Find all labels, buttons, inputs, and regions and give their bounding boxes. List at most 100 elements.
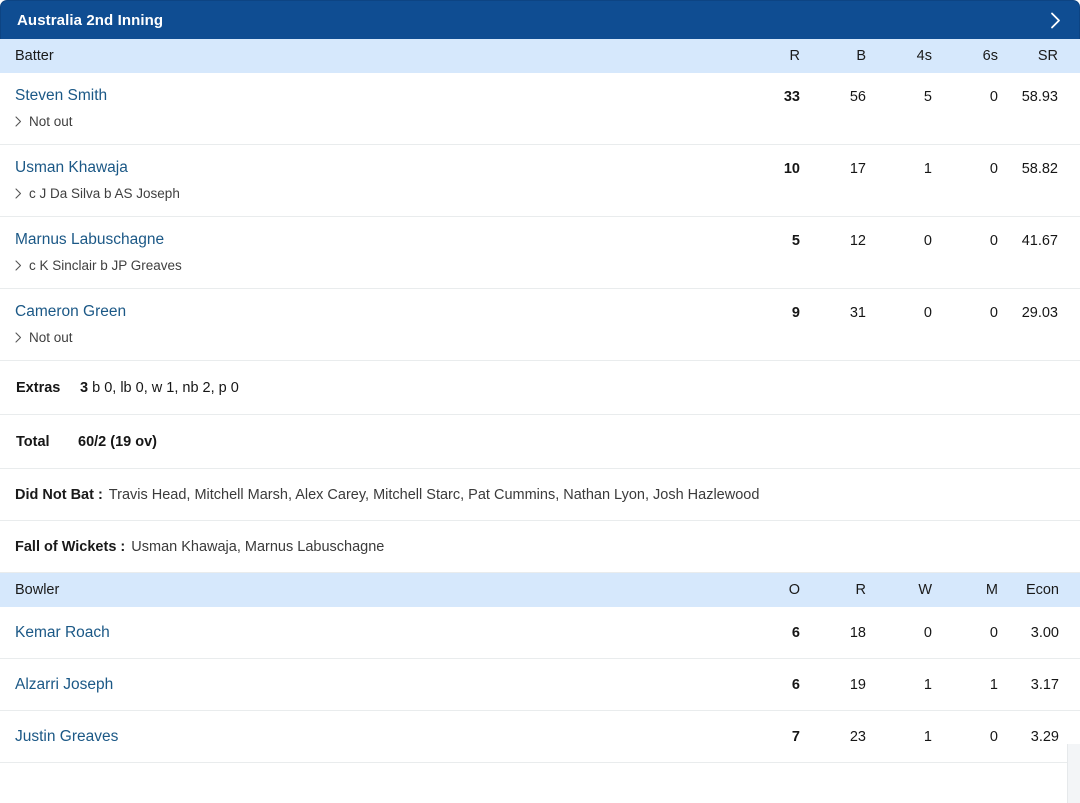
bowler-economy: 3.00 xyxy=(1030,624,1059,641)
total-value: 60/2 (19 ov) xyxy=(78,433,157,450)
bowler-name-cell: Alzarri Joseph xyxy=(0,676,728,694)
bowler-name-link[interactable]: Justin Greaves xyxy=(15,728,118,746)
bowler-maidens: 0 xyxy=(989,624,998,641)
table-row: Usman Khawaja c J Da Silva b AS Joseph 1… xyxy=(0,145,1080,217)
batter-info: Steven Smith Not out xyxy=(0,86,728,130)
extras-value: 3 b 0, lb 0, w 1, nb 2, p 0 xyxy=(80,380,239,396)
fall-of-wickets-label: Fall of Wickets : xyxy=(15,538,126,555)
batter-info: Marnus Labuschagne c K Sinclair b JP Gre… xyxy=(0,230,728,274)
batter-info: Usman Khawaja c J Da Silva b AS Joseph xyxy=(0,158,728,202)
bowler-wickets: 0 xyxy=(923,624,932,641)
dismissal-info[interactable]: Not out xyxy=(15,113,728,130)
batter-name-link[interactable]: Usman Khawaja xyxy=(15,158,128,178)
extras-breakdown: b 0, lb 0, w 1, nb 2, p 0 xyxy=(92,379,239,396)
bowler-runs: 19 xyxy=(849,676,866,693)
batter-fours: 1 xyxy=(923,161,932,177)
batter-balls: 31 xyxy=(849,305,866,321)
batter-runs: 5 xyxy=(791,233,800,249)
total-label: Total xyxy=(16,433,50,450)
batter-strike-rate: 41.67 xyxy=(1021,233,1058,249)
batter-fours: 0 xyxy=(923,233,932,249)
dismissal-info[interactable]: Not out xyxy=(15,329,728,346)
batter-sixes: 0 xyxy=(989,161,998,177)
table-row: Marnus Labuschagne c K Sinclair b JP Gre… xyxy=(0,217,1080,289)
dismissal-info[interactable]: c K Sinclair b JP Greaves xyxy=(15,257,728,274)
batter-info: Cameron Green Not out xyxy=(0,302,728,346)
bowler-name-cell: Justin Greaves xyxy=(0,728,728,746)
inning-header[interactable]: Australia 2nd Inning xyxy=(0,0,1080,39)
column-header-runs: R xyxy=(855,582,866,598)
batting-column-header: Batter R B 4s 6s SR xyxy=(0,39,1080,73)
batter-balls: 17 xyxy=(849,161,866,177)
innings-scorecard: Australia 2nd Inning Batter R B 4s 6s SR… xyxy=(0,0,1080,803)
column-header-strike-rate: SR xyxy=(1037,48,1058,64)
column-header-wickets: W xyxy=(918,582,932,598)
bowler-runs: 23 xyxy=(849,728,866,745)
bowler-economy: 3.17 xyxy=(1030,676,1059,693)
column-header-fours: 4s xyxy=(916,48,932,64)
fall-of-wickets-players: Usman Khawaja, Marnus Labuschagne xyxy=(131,538,385,555)
bowler-maidens: 0 xyxy=(989,728,998,745)
batter-sixes: 0 xyxy=(989,233,998,249)
dismissal-text: Not out xyxy=(29,114,73,129)
bowling-column-header: Bowler O R W M Econ xyxy=(0,573,1080,607)
dismissal-text: Not out xyxy=(29,330,73,345)
table-row: Alzarri Joseph 6 19 1 1 3.17 xyxy=(0,659,1080,711)
bowler-overs: 7 xyxy=(791,728,800,745)
extras-label: Extras xyxy=(16,379,61,396)
did-not-bat-row: Did Not Bat : Travis Head, Mitchell Mars… xyxy=(0,469,1080,521)
batter-balls: 12 xyxy=(849,233,866,249)
vertical-scrollbar[interactable] xyxy=(1067,744,1080,803)
bowler-wickets: 1 xyxy=(923,676,932,693)
bowler-name-link[interactable]: Alzarri Joseph xyxy=(15,676,113,694)
chevron-right-icon xyxy=(15,116,22,127)
batter-sixes: 0 xyxy=(989,305,998,321)
column-header-bowler: Bowler xyxy=(15,582,60,598)
table-row: Cameron Green Not out 9 31 0 0 29.03 xyxy=(0,289,1080,361)
bowler-overs: 6 xyxy=(791,676,800,693)
fall-of-wickets-row: Fall of Wickets : Usman Khawaja, Marnus … xyxy=(0,521,1080,573)
did-not-bat-label: Did Not Bat : xyxy=(15,486,103,503)
inning-title: Australia 2nd Inning xyxy=(17,11,164,29)
column-header-sixes: 6s xyxy=(982,48,998,64)
extras-row: Extras 3 b 0, lb 0, w 1, nb 2, p 0 xyxy=(0,361,1080,415)
batter-runs: 9 xyxy=(791,305,800,321)
bowler-name-link[interactable]: Kemar Roach xyxy=(15,624,110,642)
batter-strike-rate: 29.03 xyxy=(1021,305,1058,321)
table-row: Justin Greaves 7 23 1 0 3.29 xyxy=(0,711,1080,763)
bowler-wickets: 1 xyxy=(923,728,932,745)
bowler-runs: 18 xyxy=(849,624,866,641)
batter-name-link[interactable]: Steven Smith xyxy=(15,86,107,106)
batter-sixes: 0 xyxy=(989,89,998,105)
table-row: Steven Smith Not out 33 56 5 0 58.93 xyxy=(0,73,1080,145)
batter-name-link[interactable]: Marnus Labuschagne xyxy=(15,230,164,250)
table-row: Kemar Roach 6 18 0 0 3.00 xyxy=(0,607,1080,659)
batter-name-link[interactable]: Cameron Green xyxy=(15,302,126,322)
bowler-overs: 6 xyxy=(791,624,800,641)
bowler-name-cell: Kemar Roach xyxy=(0,624,728,642)
chevron-right-icon xyxy=(15,260,22,271)
column-header-runs: R xyxy=(789,48,800,64)
dismissal-info[interactable]: c J Da Silva b AS Joseph xyxy=(15,185,728,202)
batter-runs: 10 xyxy=(783,161,800,177)
extras-count: 3 xyxy=(80,379,89,396)
batter-strike-rate: 58.93 xyxy=(1021,89,1058,105)
chevron-right-icon[interactable] xyxy=(1045,10,1065,30)
chevron-right-icon xyxy=(15,188,22,199)
batter-runs: 33 xyxy=(783,89,800,105)
dismissal-text: c K Sinclair b JP Greaves xyxy=(29,258,182,273)
column-header-maidens: M xyxy=(985,582,998,598)
total-row: Total 60/2 (19 ov) xyxy=(0,415,1080,469)
column-header-balls: B xyxy=(856,48,866,64)
column-header-overs: O xyxy=(788,582,800,598)
bowler-maidens: 1 xyxy=(989,676,998,693)
batter-fours: 5 xyxy=(923,89,932,105)
dismissal-text: c J Da Silva b AS Joseph xyxy=(29,186,180,201)
batter-fours: 0 xyxy=(923,305,932,321)
did-not-bat-players: Travis Head, Mitchell Marsh, Alex Carey,… xyxy=(108,486,760,503)
bowler-economy: 3.29 xyxy=(1030,728,1059,745)
chevron-right-icon xyxy=(15,332,22,343)
batter-balls: 56 xyxy=(849,89,866,105)
column-header-economy: Econ xyxy=(1025,582,1059,598)
batter-strike-rate: 58.82 xyxy=(1021,161,1058,177)
